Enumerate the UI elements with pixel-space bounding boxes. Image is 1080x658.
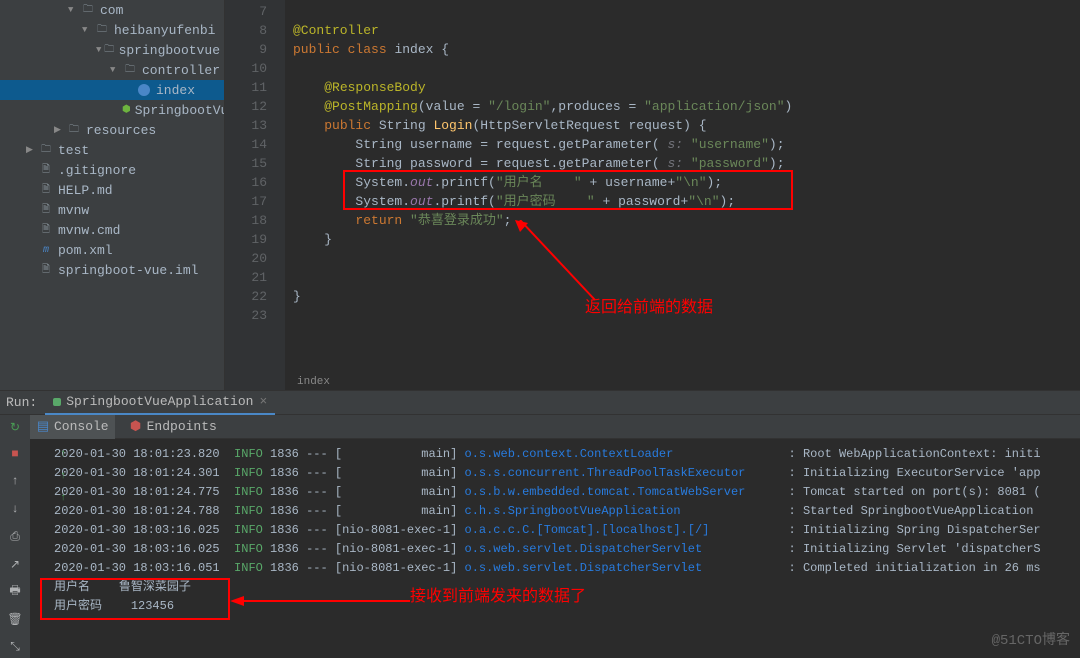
file-icon: 🗎 (38, 202, 54, 218)
pin-icon[interactable]: ⤡ (4, 636, 26, 658)
line-numbers: 7 8 9 10 11 12 13 14 15 16 17 18 19 20 2… (225, 0, 285, 390)
soft-wrap-icon: ↑ (60, 445, 66, 464)
tree-label: springbootvue (119, 43, 220, 58)
tree-label: resources (86, 123, 156, 138)
code-content[interactable]: @Controller public class index { @Respon… (285, 0, 1080, 390)
console-output[interactable]: ↑ ↑ ↑ 2020-01-30 18:01:23.820 INFO 1836 … (30, 439, 1080, 658)
run-panel: Run: SpringbootVueApplication × ↻ ▤Conso… (0, 390, 1080, 657)
run-tab-app[interactable]: SpringbootVueApplication × (45, 391, 275, 415)
maven-icon: m (38, 242, 54, 258)
tree-label: heibanyufenbi (114, 23, 215, 38)
tree-file-pomxml[interactable]: m pom.xml (0, 240, 224, 260)
tree-folder-com[interactable]: ▼🗀com (0, 0, 224, 20)
tree-folder-test[interactable]: ▶🗀test (0, 140, 224, 160)
tree-file-mvnw[interactable]: 🗎 mvnw (0, 200, 224, 220)
console-icon: ▤ (36, 420, 50, 434)
annotation-box-output (40, 578, 230, 620)
folder-icon: 🗀 (38, 142, 54, 158)
annotation-box-printf (343, 170, 793, 210)
stop-icon[interactable]: ■ (4, 443, 26, 465)
folder-icon: 🗀 (94, 22, 110, 38)
file-icon: 🗎 (38, 182, 54, 198)
tree-file-iml[interactable]: 🗎 springboot-vue.iml (0, 260, 224, 280)
annotation-text-received: 接收到前端发来的数据了 (410, 587, 586, 606)
folder-icon: 🗀 (66, 122, 82, 138)
folder-icon: 🗀 (80, 2, 96, 18)
tree-label: mvnw (58, 203, 89, 218)
tree-file-index[interactable]: index (0, 80, 224, 100)
tree-file-mvnwcmd[interactable]: 🗎 mvnw.cmd (0, 220, 224, 240)
tree-folder-springbootvue[interactable]: ▼🗀springbootvue (0, 40, 224, 60)
tree-label: springboot-vue.iml (58, 263, 198, 278)
photo-icon[interactable]: ⎙ (4, 526, 26, 548)
file-icon: 🗎 (38, 162, 54, 178)
soft-wrap-icon: ↑ (60, 467, 66, 486)
annotation-text-return: 返回给前端的数据 (585, 298, 713, 317)
rerun-icon[interactable]: ↻ (4, 416, 26, 438)
trash-icon[interactable]: 🗑 (4, 609, 26, 631)
endpoints-icon: ⬢ (129, 420, 143, 434)
run-tab-label: SpringbootVueApplication (66, 394, 253, 409)
folder-icon: 🗀 (104, 42, 115, 58)
console-toolbar: ■ ↑ ↓ ⎙ ↗ 🖶 🗑 ⤡ (0, 439, 30, 658)
tree-file-helpmd[interactable]: 🗎 HELP.md (0, 180, 224, 200)
tree-label: HELP.md (58, 183, 113, 198)
file-icon: 🗎 (38, 222, 54, 238)
tree-label: index (156, 83, 195, 98)
tree-folder-resources[interactable]: ▶🗀resources (0, 120, 224, 140)
tree-label: mvnw.cmd (58, 223, 120, 238)
tree-folder-controller[interactable]: ▼🗀controller (0, 60, 224, 80)
watermark: @51CTO博客 (992, 629, 1070, 649)
print-icon[interactable]: 🖶 (4, 581, 26, 603)
run-header: Run: SpringbootVueApplication × (0, 391, 1080, 415)
code-editor[interactable]: 7 8 9 10 11 12 13 14 15 16 17 18 19 20 2… (225, 0, 1080, 390)
java-class-icon (136, 82, 152, 98)
tree-file-gitignore[interactable]: 🗎 .gitignore (0, 160, 224, 180)
tree-folder-heibanyufenbi[interactable]: ▼🗀heibanyufenbi (0, 20, 224, 40)
breadcrumb[interactable]: index (297, 376, 330, 388)
down-icon[interactable]: ↓ (4, 498, 26, 520)
close-icon[interactable]: × (259, 394, 267, 409)
up-icon[interactable]: ↑ (4, 471, 26, 493)
tree-label: .gitignore (58, 163, 136, 178)
endpoints-tab[interactable]: ⬢Endpoints (123, 415, 223, 439)
export-icon[interactable]: ↗ (4, 554, 26, 576)
tree-file-springbootvueap[interactable]: ⬢ SpringbootVueAp... (0, 100, 224, 120)
soft-wrap-icon: ↑ (60, 489, 66, 508)
tree-label: pom.xml (58, 243, 113, 258)
folder-icon: 🗀 (122, 62, 138, 78)
tree-label: controller (142, 63, 220, 78)
project-tree: ▼🗀com ▼🗀heibanyufenbi ▼🗀springbootvue ▼🗀… (0, 0, 225, 390)
run-label: Run: (6, 395, 37, 410)
file-icon: 🗎 (38, 262, 54, 278)
tree-label: test (58, 143, 89, 158)
tree-label: SpringbootVueAp... (135, 103, 225, 118)
console-tab[interactable]: ▤Console (30, 415, 115, 439)
spring-icon: ⬢ (122, 102, 131, 118)
status-dot-icon (53, 398, 61, 406)
tree-label: com (100, 3, 123, 18)
